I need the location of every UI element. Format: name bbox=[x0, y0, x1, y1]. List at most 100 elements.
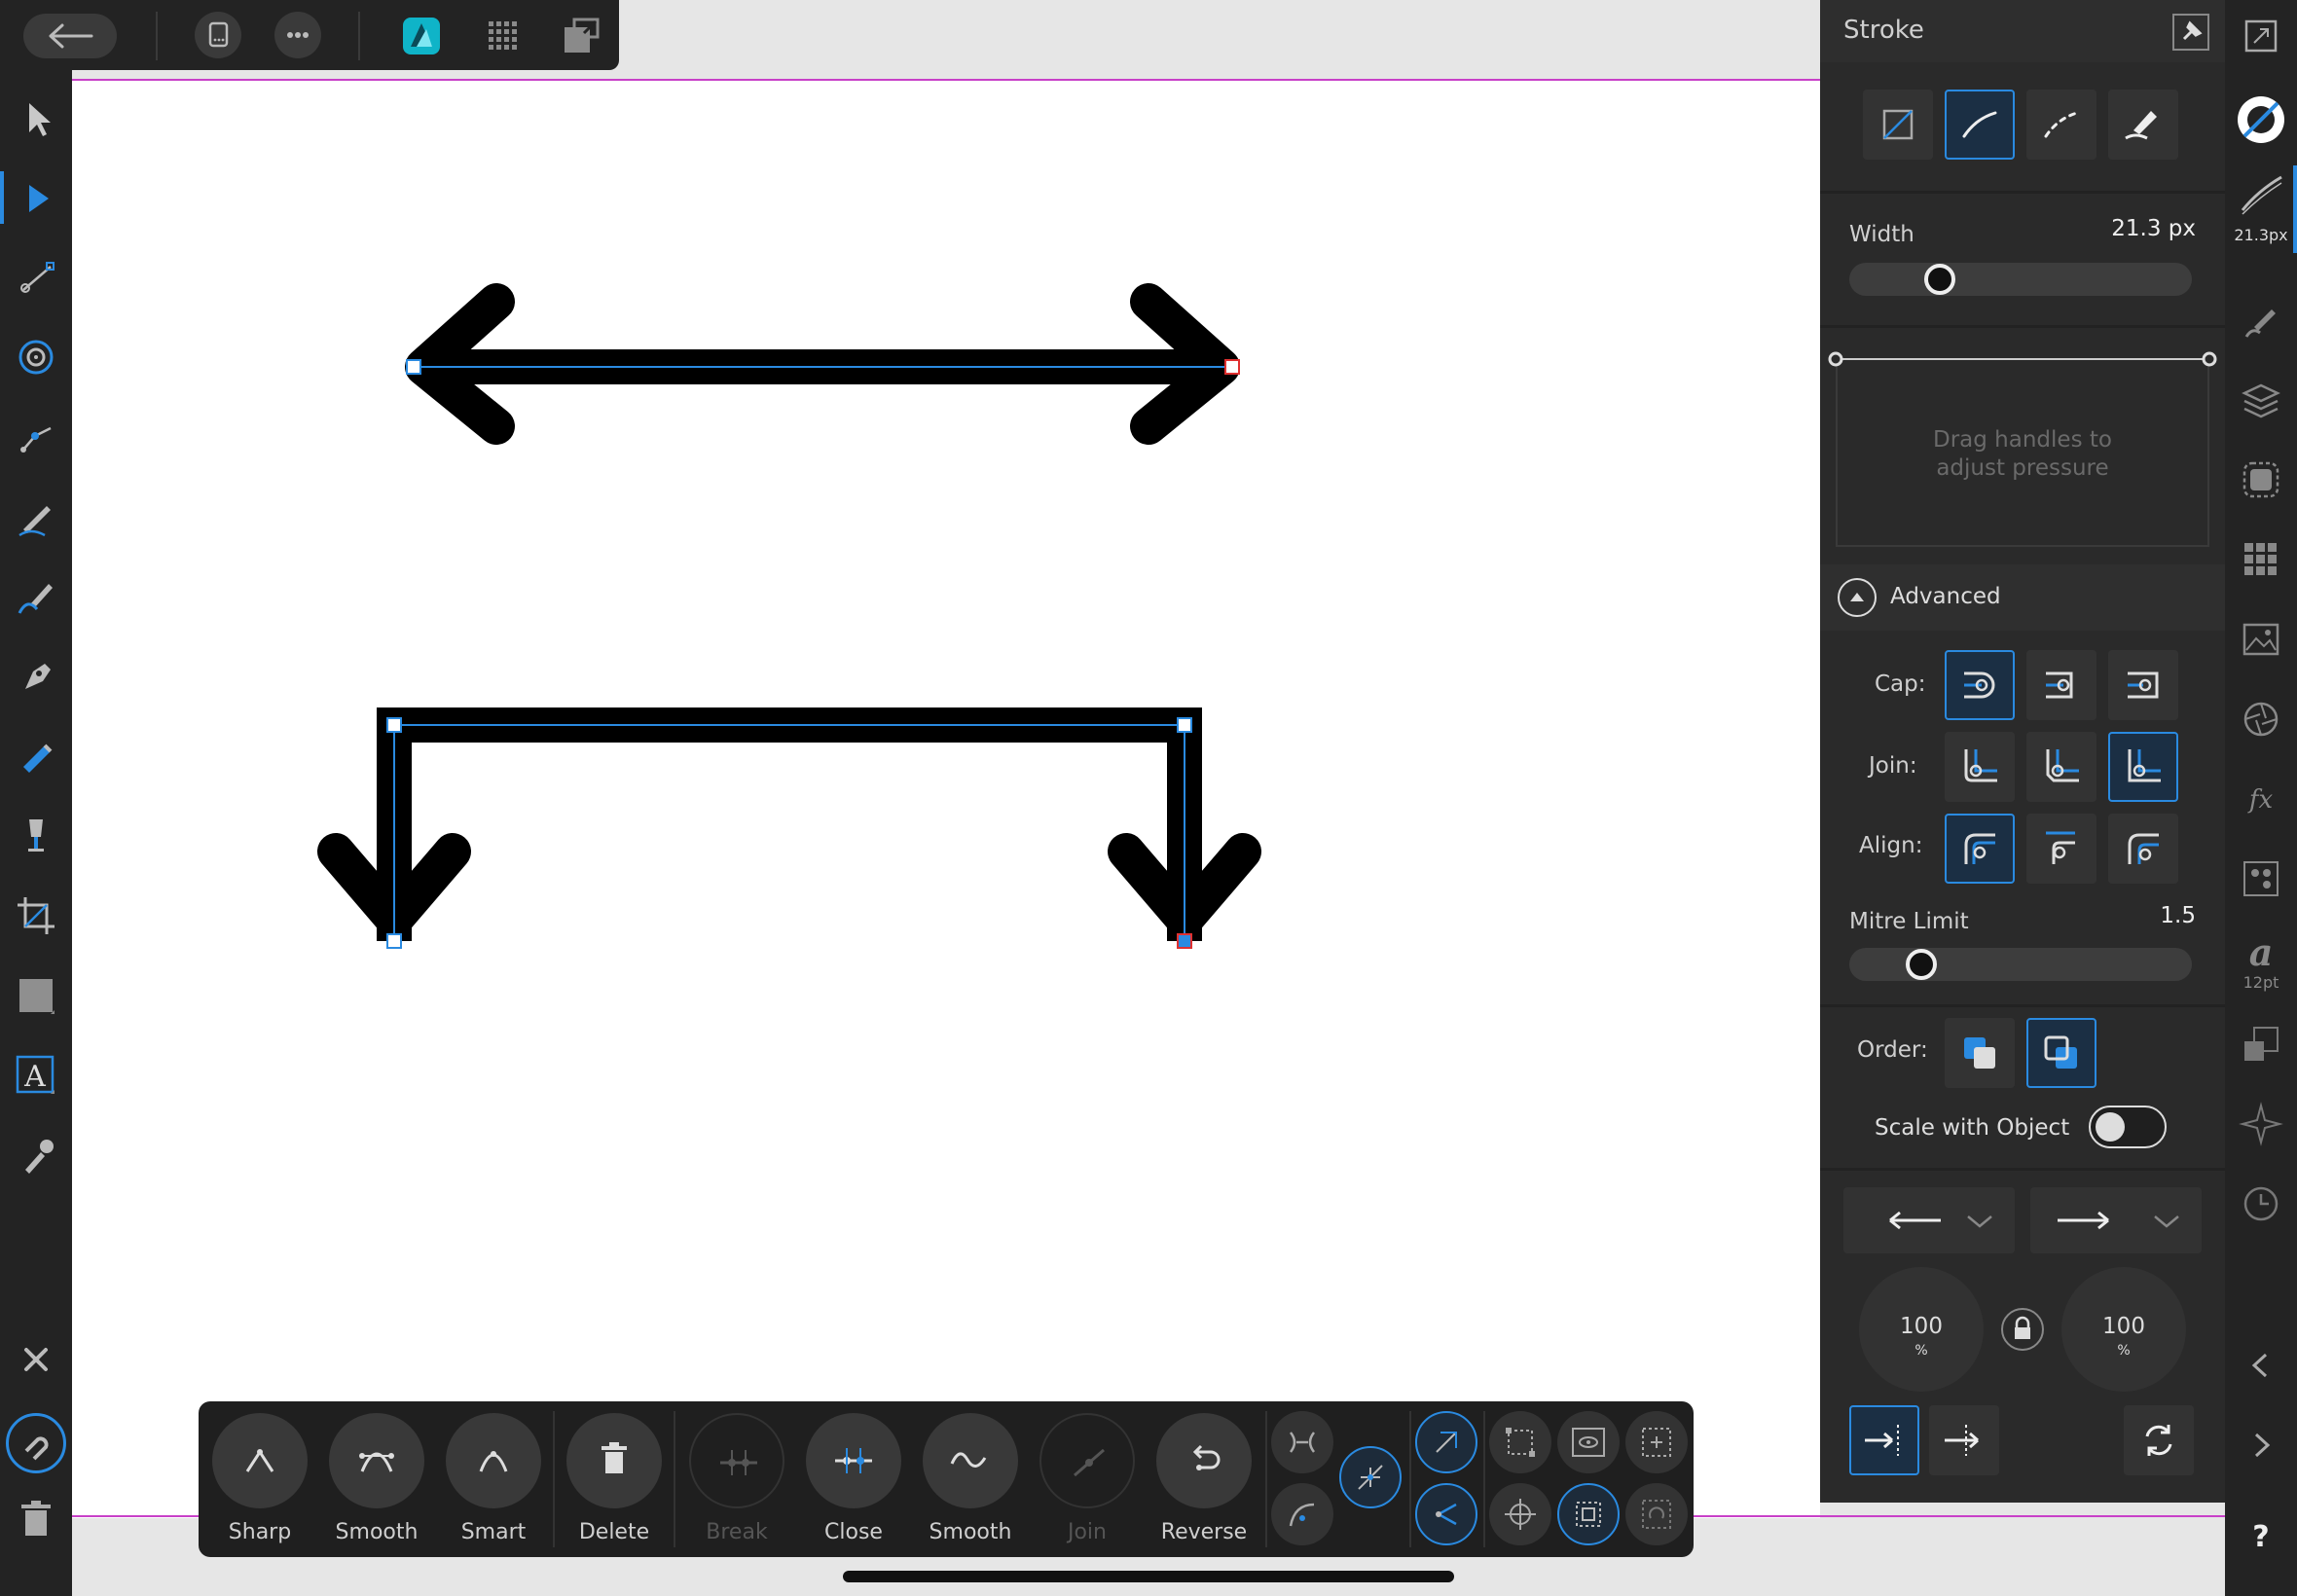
home-indicator bbox=[843, 1571, 1454, 1582]
history-studio-button[interactable] bbox=[2239, 1181, 2283, 1226]
end-scale-dial[interactable]: 100 % bbox=[2061, 1267, 2186, 1392]
previous-studio-button[interactable] bbox=[2239, 1343, 2283, 1388]
pin-button[interactable] bbox=[2172, 14, 2209, 51]
curve-action-button[interactable] bbox=[1271, 1483, 1333, 1545]
color-studio-button[interactable] bbox=[2235, 93, 2287, 146]
stroke-panel: Stroke Width 21.3 px Drag handles to adj… bbox=[1820, 0, 2225, 1503]
smooth-button[interactable] bbox=[329, 1413, 424, 1508]
solid-stroke-button[interactable] bbox=[1945, 90, 2015, 160]
snap-bbox-button[interactable] bbox=[1489, 1411, 1551, 1473]
break-button[interactable] bbox=[689, 1413, 784, 1508]
styles-studio-button[interactable] bbox=[2239, 856, 2283, 901]
mitre-join-button[interactable] bbox=[2108, 732, 2178, 802]
smooth-curve-button[interactable] bbox=[923, 1413, 1018, 1508]
studio-toggle-button[interactable] bbox=[2239, 14, 2283, 58]
cusp-action-button[interactable] bbox=[1271, 1411, 1333, 1473]
width-value[interactable]: 21.3 px bbox=[2111, 216, 2196, 241]
appearance-studio-button[interactable] bbox=[2239, 457, 2283, 502]
transform-icon bbox=[2244, 1027, 2279, 1061]
close-label: Close bbox=[824, 1520, 883, 1544]
transform-studio-button[interactable] bbox=[2239, 1022, 2283, 1067]
mitre-limit-slider[interactable] bbox=[1849, 948, 2192, 981]
snapping-button[interactable] bbox=[6, 1413, 66, 1473]
align-inside-button[interactable] bbox=[2026, 814, 2096, 884]
brush-stroke-button[interactable] bbox=[2108, 90, 2178, 160]
reverse-button[interactable] bbox=[1156, 1413, 1252, 1508]
wave-icon bbox=[950, 1452, 987, 1468]
assets-studio-button[interactable] bbox=[2239, 617, 2283, 662]
join-button[interactable] bbox=[1039, 1413, 1135, 1508]
scale-with-object-toggle[interactable] bbox=[2089, 1106, 2167, 1148]
start-scale-dial[interactable]: 100 % bbox=[1859, 1267, 1984, 1392]
butt-cap-button[interactable] bbox=[2108, 650, 2178, 720]
effects-studio-button[interactable]: fx bbox=[2239, 777, 2283, 821]
eye-frame-icon bbox=[1572, 1428, 1605, 1457]
select-curve-mode-button[interactable] bbox=[1415, 1483, 1477, 1545]
mitre-limit-value[interactable]: 1.5 bbox=[2160, 903, 2196, 928]
arrowhead-inside-button[interactable] bbox=[1929, 1405, 1999, 1475]
end-arrowhead-dropdown[interactable] bbox=[2030, 1187, 2202, 1253]
pressure-handle-end[interactable] bbox=[2202, 351, 2217, 367]
close-curve-button[interactable] bbox=[806, 1413, 901, 1508]
double-arrow-shape[interactable] bbox=[405, 283, 1240, 445]
start-scale-value: 100 bbox=[1900, 1314, 1943, 1339]
svg-text:a: a bbox=[2249, 930, 2274, 973]
expand-icon bbox=[2244, 19, 2278, 53]
styles-icon bbox=[2243, 861, 2279, 896]
square-cap-button[interactable] bbox=[2026, 650, 2096, 720]
navigator-studio-button[interactable] bbox=[2239, 1102, 2283, 1146]
solid-line-icon bbox=[1962, 111, 1997, 138]
delete-node-button[interactable] bbox=[566, 1413, 662, 1508]
stroke-front-button[interactable] bbox=[2026, 1018, 2096, 1088]
bracket-arrow-shape[interactable] bbox=[317, 707, 1261, 949]
width-label: Width bbox=[1849, 222, 1914, 247]
mitre-limit-slider-knob[interactable] bbox=[1906, 949, 1937, 980]
transparency-studio-button[interactable] bbox=[2239, 697, 2283, 742]
snap-center-button[interactable] bbox=[1625, 1411, 1688, 1473]
brushes-studio-button[interactable] bbox=[2239, 298, 2283, 343]
pin-icon bbox=[2182, 20, 2203, 41]
crosshair-icon bbox=[1505, 1499, 1536, 1530]
delete-button[interactable] bbox=[12, 1495, 60, 1543]
snap-view-button[interactable] bbox=[1557, 1411, 1620, 1473]
lock-icon bbox=[2015, 1316, 2030, 1339]
pressure-hint-line1: Drag handles to bbox=[1933, 427, 2112, 453]
dashed-stroke-button[interactable] bbox=[2026, 90, 2096, 160]
help-button[interactable]: ? bbox=[2225, 1520, 2297, 1554]
text-styles-studio-button[interactable]: a bbox=[2239, 928, 2283, 974]
arrowhead-extend-button[interactable] bbox=[1849, 1405, 1919, 1475]
align-center-button[interactable] bbox=[1945, 814, 2015, 884]
snap-rotate-button[interactable] bbox=[1625, 1483, 1688, 1545]
stroke-behind-button[interactable] bbox=[1945, 1018, 2015, 1088]
transform-mode-button[interactable] bbox=[1339, 1446, 1402, 1508]
node-context-toolbar: Sharp Smooth Smart Delete Break Close Sm… bbox=[199, 1401, 1694, 1557]
round-cap-button[interactable] bbox=[1945, 650, 2015, 720]
width-slider[interactable] bbox=[1849, 263, 2192, 296]
stroke-studio-button[interactable] bbox=[2239, 171, 2283, 216]
join-label: Join bbox=[1067, 1520, 1107, 1544]
snap-crosshair-button[interactable] bbox=[1489, 1483, 1551, 1545]
layers-studio-button[interactable] bbox=[2239, 378, 2283, 422]
chevron-left-icon bbox=[2251, 1353, 2268, 1378]
swap-arrowheads-button[interactable] bbox=[2124, 1405, 2194, 1475]
select-node-mode-button[interactable] bbox=[1415, 1411, 1477, 1473]
start-arrowhead-dropdown[interactable] bbox=[1843, 1187, 2015, 1253]
smart-button[interactable] bbox=[446, 1413, 541, 1508]
width-slider-knob[interactable] bbox=[1924, 264, 1955, 295]
dashed-line-icon bbox=[2044, 111, 2079, 138]
align-outside-button[interactable] bbox=[2108, 814, 2178, 884]
next-studio-button[interactable] bbox=[2239, 1423, 2283, 1468]
pressure-handle-start[interactable] bbox=[1828, 351, 1843, 367]
pressure-hint: Drag handles to adjust pressure bbox=[1836, 426, 2209, 483]
swatches-studio-button[interactable] bbox=[2239, 537, 2283, 582]
round-join-button[interactable] bbox=[1945, 732, 2015, 802]
advanced-header[interactable] bbox=[1820, 564, 2225, 631]
reverse-label: Reverse bbox=[1160, 1520, 1248, 1544]
bevel-join-button[interactable] bbox=[2026, 732, 2096, 802]
snap-object-button[interactable] bbox=[1557, 1483, 1620, 1545]
sharp-button[interactable] bbox=[212, 1413, 308, 1508]
brush-stroke-icon bbox=[2125, 111, 2157, 140]
link-scale-button[interactable] bbox=[2001, 1308, 2044, 1351]
no-stroke-button[interactable] bbox=[1863, 90, 1933, 160]
swatches-grid-icon bbox=[2244, 543, 2277, 575]
